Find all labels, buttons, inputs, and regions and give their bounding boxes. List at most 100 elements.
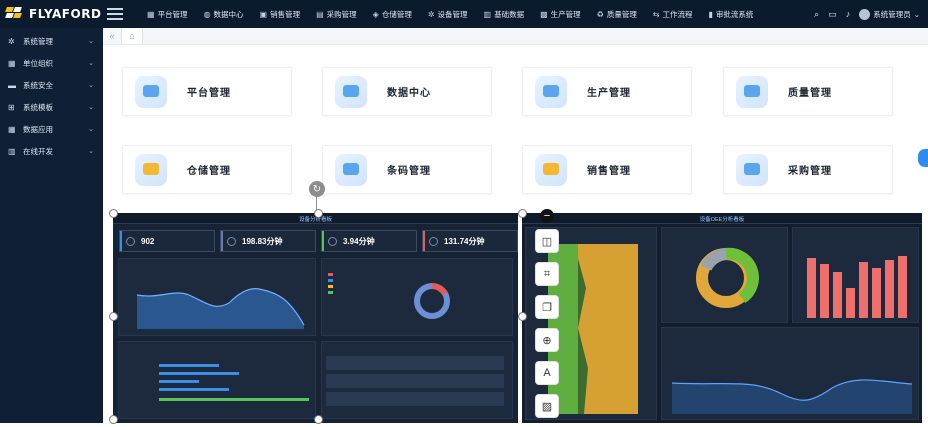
kpi-card: 3.94分钟	[321, 230, 417, 252]
zoom-in-icon[interactable]: ⊕	[535, 328, 559, 352]
sidebar-item-online-dev[interactable]: ▥ 在线开发 ⌄	[0, 140, 103, 162]
topnav-item-base-data[interactable]: ▥ 基础数据	[476, 0, 533, 28]
resize-handle[interactable]	[518, 312, 527, 321]
layers-icon[interactable]: ◫	[535, 229, 559, 253]
topnav-item-equipment[interactable]: ✲ 设备管理	[420, 0, 476, 28]
card-platform[interactable]: 平台管理	[122, 67, 292, 116]
card-sales[interactable]: 销售管理	[522, 145, 692, 194]
dashboard-image-oee[interactable]: 设备OEE分析看板	[522, 213, 922, 423]
sidebar-item-org[interactable]: ▦ 单位组织 ⌄	[0, 52, 103, 74]
kpi-accent	[423, 231, 425, 251]
crop-icon[interactable]: ⌗	[535, 262, 559, 286]
dashboard-image-equipment[interactable]: 设备分析看板 902 198.83分钟 3.94分钟 131.74分钟	[113, 213, 518, 423]
resize-handle[interactable]	[518, 209, 527, 218]
topnav-item-quality[interactable]: ♻ 质量管理	[589, 0, 645, 28]
chevron-down-icon: ⌄	[88, 126, 94, 133]
card-label: 质量管理	[788, 88, 832, 99]
logo-icon	[5, 7, 24, 21]
sidebar-item-security[interactable]: ▬ 系统安全 ⌄	[0, 74, 103, 96]
resize-handle[interactable]	[314, 209, 323, 218]
card-label: 生产管理	[587, 88, 631, 99]
chevron-down-icon: ⌄	[88, 104, 94, 111]
topnav-item-production[interactable]: ▩ 生产管理	[532, 0, 589, 28]
topnav-item-purchase[interactable]: ▤ 采购管理	[308, 0, 365, 28]
kpi-card: 902	[119, 230, 215, 252]
sidebar-item-label: 系统安全	[23, 80, 53, 90]
production-icon	[535, 75, 567, 108]
search-icon[interactable]: ⌕	[814, 9, 819, 20]
chevron-down-icon: ⌄	[88, 82, 94, 89]
top-navigation: ▦ 平台管理 ◍ 数据中心 ▣ 销售管理 ▤ 采购管理 ◈ 仓储管理 ✲ 设备管理 ▥ 基础数…	[139, 0, 761, 28]
bar-chart-graphic	[159, 364, 309, 401]
card-barcode[interactable]: 条码管理	[322, 145, 492, 194]
factory-icon: ▩	[540, 9, 548, 19]
text-recognize-icon[interactable]: A	[535, 361, 559, 385]
topnav-item-platform[interactable]: ▦ 平台管理	[139, 0, 196, 28]
brand-name: FLYAFORD	[29, 7, 102, 21]
hamburger-menu-icon[interactable]	[107, 8, 123, 20]
kpi-value: 902	[141, 236, 155, 246]
image-toolbar: − ◫ ⌗ ❐ ⊕ A ▨	[535, 209, 559, 427]
sidebar-item-data-apps[interactable]: ▦ 数据应用 ⌄	[0, 118, 103, 140]
card-data-center[interactable]: 数据中心	[322, 67, 492, 116]
warehouse-icon: ◈	[372, 9, 379, 19]
remove-icon[interactable]: −	[540, 209, 554, 223]
recycle-icon: ♻	[596, 9, 604, 19]
card-label: 销售管理	[587, 166, 631, 177]
topnav-item-warehouse[interactable]: ◈ 仓储管理	[365, 0, 420, 28]
database-icon: ▥	[483, 9, 492, 19]
kpi-icon	[227, 236, 236, 246]
topnav-item-data-center[interactable]: ◍ 数据中心	[196, 0, 252, 28]
rotate-handle-icon[interactable]: ↻	[309, 181, 325, 197]
bell-icon[interactable]: ♪	[846, 9, 851, 19]
kpi-card: 131.74分钟	[422, 230, 518, 252]
kpi-value: 131.74分钟	[444, 236, 485, 246]
topnav-item-sales[interactable]: ▣ 销售管理	[252, 0, 309, 28]
brand[interactable]: FLYAFORD	[0, 0, 103, 28]
card-warehouse[interactable]: 仓储管理	[122, 145, 292, 194]
donut-panel	[321, 258, 513, 336]
chevron-down-icon: ⌄	[88, 38, 94, 45]
resize-handle[interactable]	[109, 312, 118, 321]
sidebar-item-label: 在线开发	[23, 146, 53, 156]
topnav-label: 平台管理	[157, 9, 188, 19]
card-purchase[interactable]: 采购管理	[723, 145, 893, 194]
kpi-accent	[120, 231, 122, 251]
area-chart-graphic	[671, 379, 913, 414]
kpi-accent	[322, 231, 324, 251]
sidebar-item-template[interactable]: ⊞ 系统模板 ⌄	[0, 96, 103, 118]
org-icon: ▦	[8, 58, 16, 68]
sidebar-item-system[interactable]: ✲ 系统管理 ⌄	[0, 30, 103, 52]
list-panel	[321, 341, 513, 419]
globe-icon: ◍	[203, 9, 211, 19]
quality-icon	[736, 75, 768, 108]
user-menu[interactable]: 系统管理员 ⌄	[859, 8, 920, 20]
sidebar-item-label: 单位组织	[23, 58, 53, 68]
card-label: 采购管理	[788, 166, 832, 177]
image-icon[interactable]: ▨	[535, 394, 559, 418]
duplicate-icon[interactable]: ❐	[535, 295, 559, 319]
bar-panel	[118, 341, 316, 419]
template-icon: ⊞	[8, 102, 15, 112]
sales-icon	[535, 153, 567, 186]
kpi-value: 3.94分钟	[343, 236, 375, 246]
kpi-icon	[126, 236, 135, 246]
approval-icon: ▮	[708, 9, 713, 19]
home-icon: ⌂	[129, 31, 135, 41]
chevron-down-icon: ⌄	[88, 60, 94, 67]
card-label: 条码管理	[387, 166, 431, 177]
tab-home[interactable]: ⌂	[121, 28, 143, 44]
top-right-tools: ⌕ ▭ ♪ 系统管理员 ⌄	[814, 0, 920, 28]
topnav-item-approval[interactable]: ▮ 审批流系统	[701, 0, 762, 28]
message-icon[interactable]: ▭	[828, 9, 837, 20]
card-label: 仓储管理	[187, 166, 231, 177]
cart-icon: ▤	[316, 9, 324, 19]
floating-side-button[interactable]	[918, 149, 928, 167]
collapse-sidebar-icon[interactable]: «	[103, 31, 121, 41]
resize-handle[interactable]	[109, 209, 118, 218]
card-production[interactable]: 生产管理	[522, 67, 692, 116]
topnav-item-workflow[interactable]: ⇆ 工作流程	[645, 0, 701, 28]
kpi-accent	[221, 231, 223, 251]
card-quality[interactable]: 质量管理	[723, 67, 893, 116]
list-graphic	[326, 356, 504, 406]
